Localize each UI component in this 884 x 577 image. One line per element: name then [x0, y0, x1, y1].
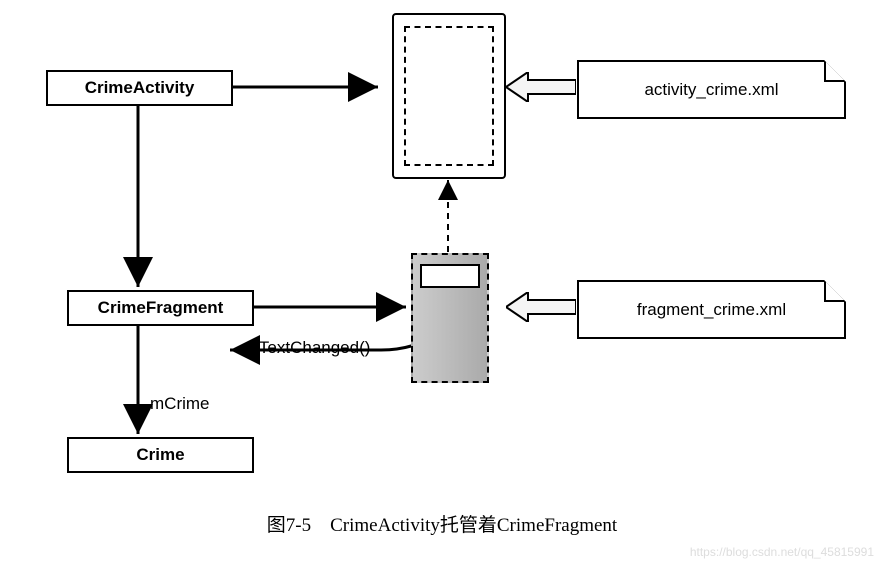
crime-fragment-box: CrimeFragment — [67, 290, 254, 326]
crime-box: Crime — [67, 437, 254, 473]
fragment-xml-label: fragment_crime.xml — [637, 300, 786, 320]
diagram-canvas: CrimeActivity CrimeFragment Crime activi… — [0, 0, 884, 577]
ontextchanged-label: onTextChanged() — [240, 338, 370, 358]
crime-fragment-label: CrimeFragment — [98, 298, 224, 318]
phone-screen-placeholder — [404, 26, 494, 166]
crime-activity-box: CrimeActivity — [46, 70, 233, 106]
mcrime-label: mCrime — [150, 394, 210, 414]
activity-xml-label: activity_crime.xml — [644, 80, 778, 100]
figure-caption: 图7-5 CrimeActivity托管着CrimeFragment — [0, 510, 884, 537]
watermark-text: https://blog.csdn.net/qq_45815991 — [690, 545, 874, 559]
fragment-input-field — [420, 264, 480, 288]
crime-activity-label: CrimeActivity — [85, 78, 195, 98]
fragment-xml-file: fragment_crime.xml — [577, 280, 846, 339]
crime-label: Crime — [136, 445, 184, 465]
hollow-arrow-fragment-xml — [506, 292, 576, 322]
activity-xml-file: activity_crime.xml — [577, 60, 846, 119]
hollow-arrow-activity-xml — [506, 72, 576, 102]
